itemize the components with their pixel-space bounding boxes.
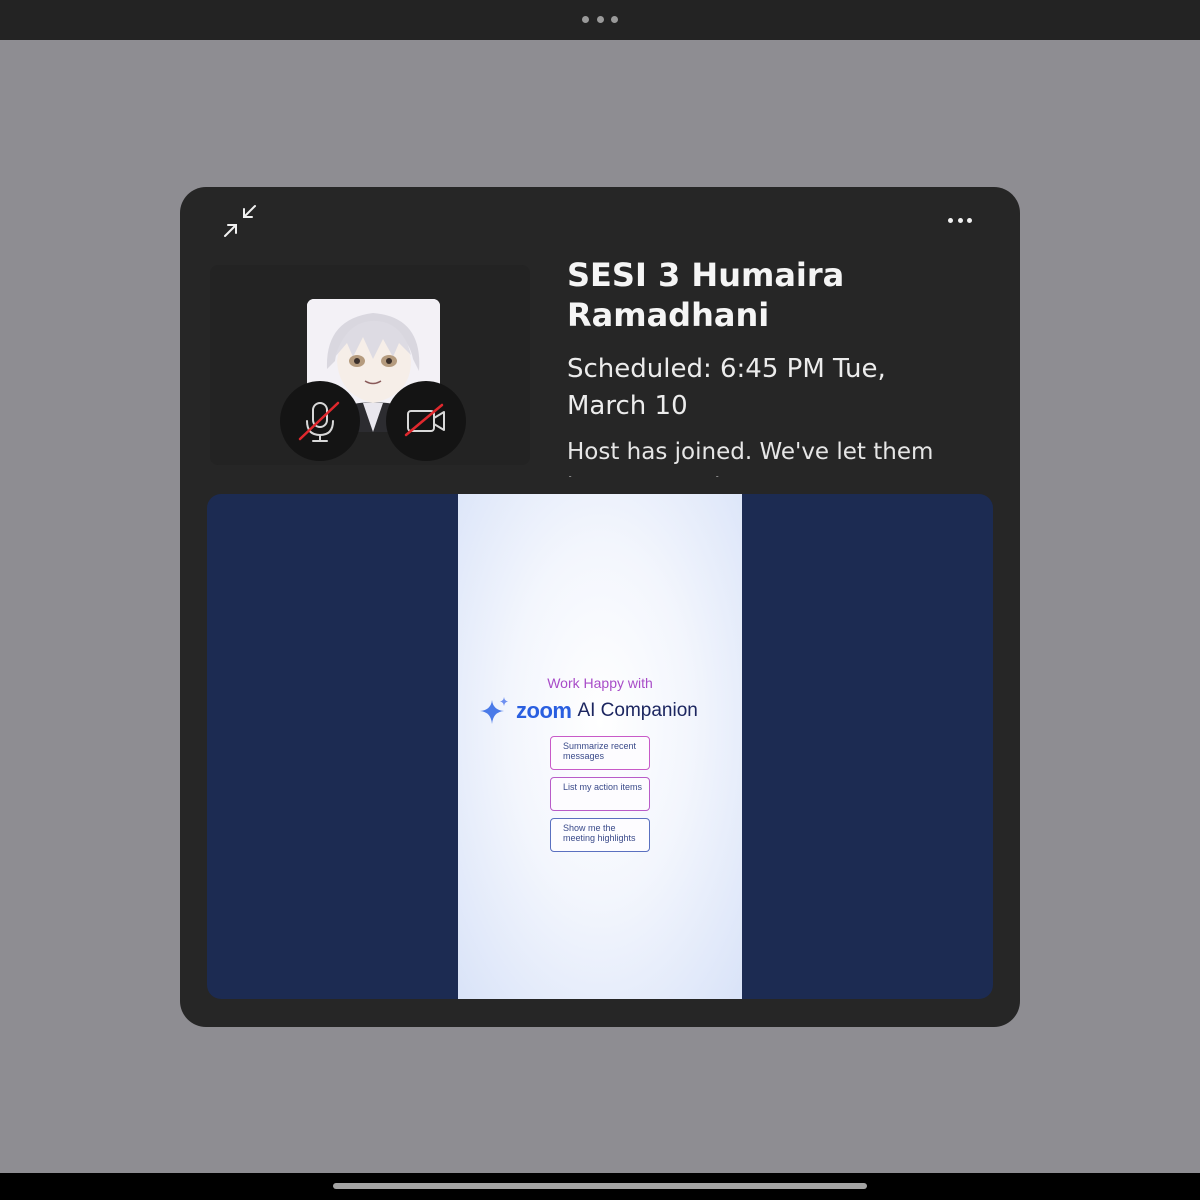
shared-screen-promo: Work Happy with zoom AI Companion Summar… <box>458 494 742 999</box>
more-horizontal-icon <box>948 217 953 223</box>
more-options-button[interactable] <box>942 211 978 229</box>
minimize-arrows-icon <box>224 205 256 237</box>
scheduled-time: Scheduled: 6:45 PM Tue, March 10 <box>567 354 886 421</box>
prompt-chip: Show me the meeting highlights <box>550 818 650 852</box>
ai-companion-label: AI Companion <box>577 700 698 721</box>
top-status-bar <box>0 0 1200 40</box>
stop-video-button[interactable] <box>386 381 466 461</box>
brand-logo-row: zoom AI Companion <box>478 696 738 726</box>
meeting-title: SESI 3 Humaira Ramadhani <box>567 256 845 334</box>
meeting-waiting-card: SESI 3 Humaira Ramadhani Scheduled: 6:45… <box>180 187 1020 1027</box>
prompt-chip: List my action items <box>550 777 650 811</box>
minimize-button[interactable] <box>220 203 260 243</box>
bottom-bar <box>0 1173 1200 1200</box>
host-status-message: Host has joined. We've let them know you… <box>567 439 934 477</box>
video-off-icon <box>404 403 445 437</box>
more-dots-icon[interactable] <box>582 16 618 24</box>
prompt-chip: Summarize recent messages <box>550 736 650 770</box>
shared-content-area: Work Happy with zoom AI Companion Summar… <box>207 494 993 999</box>
zoom-wordmark: zoom <box>516 698 572 723</box>
mic-off-icon <box>298 401 340 442</box>
home-indicator[interactable] <box>333 1183 867 1189</box>
ai-sparkle-icon <box>480 697 508 724</box>
meeting-info: SESI 3 Humaira Ramadhani Scheduled: 6:45… <box>567 255 967 477</box>
promo-headline: Work Happy with <box>547 675 653 691</box>
mute-microphone-button[interactable] <box>280 381 360 461</box>
